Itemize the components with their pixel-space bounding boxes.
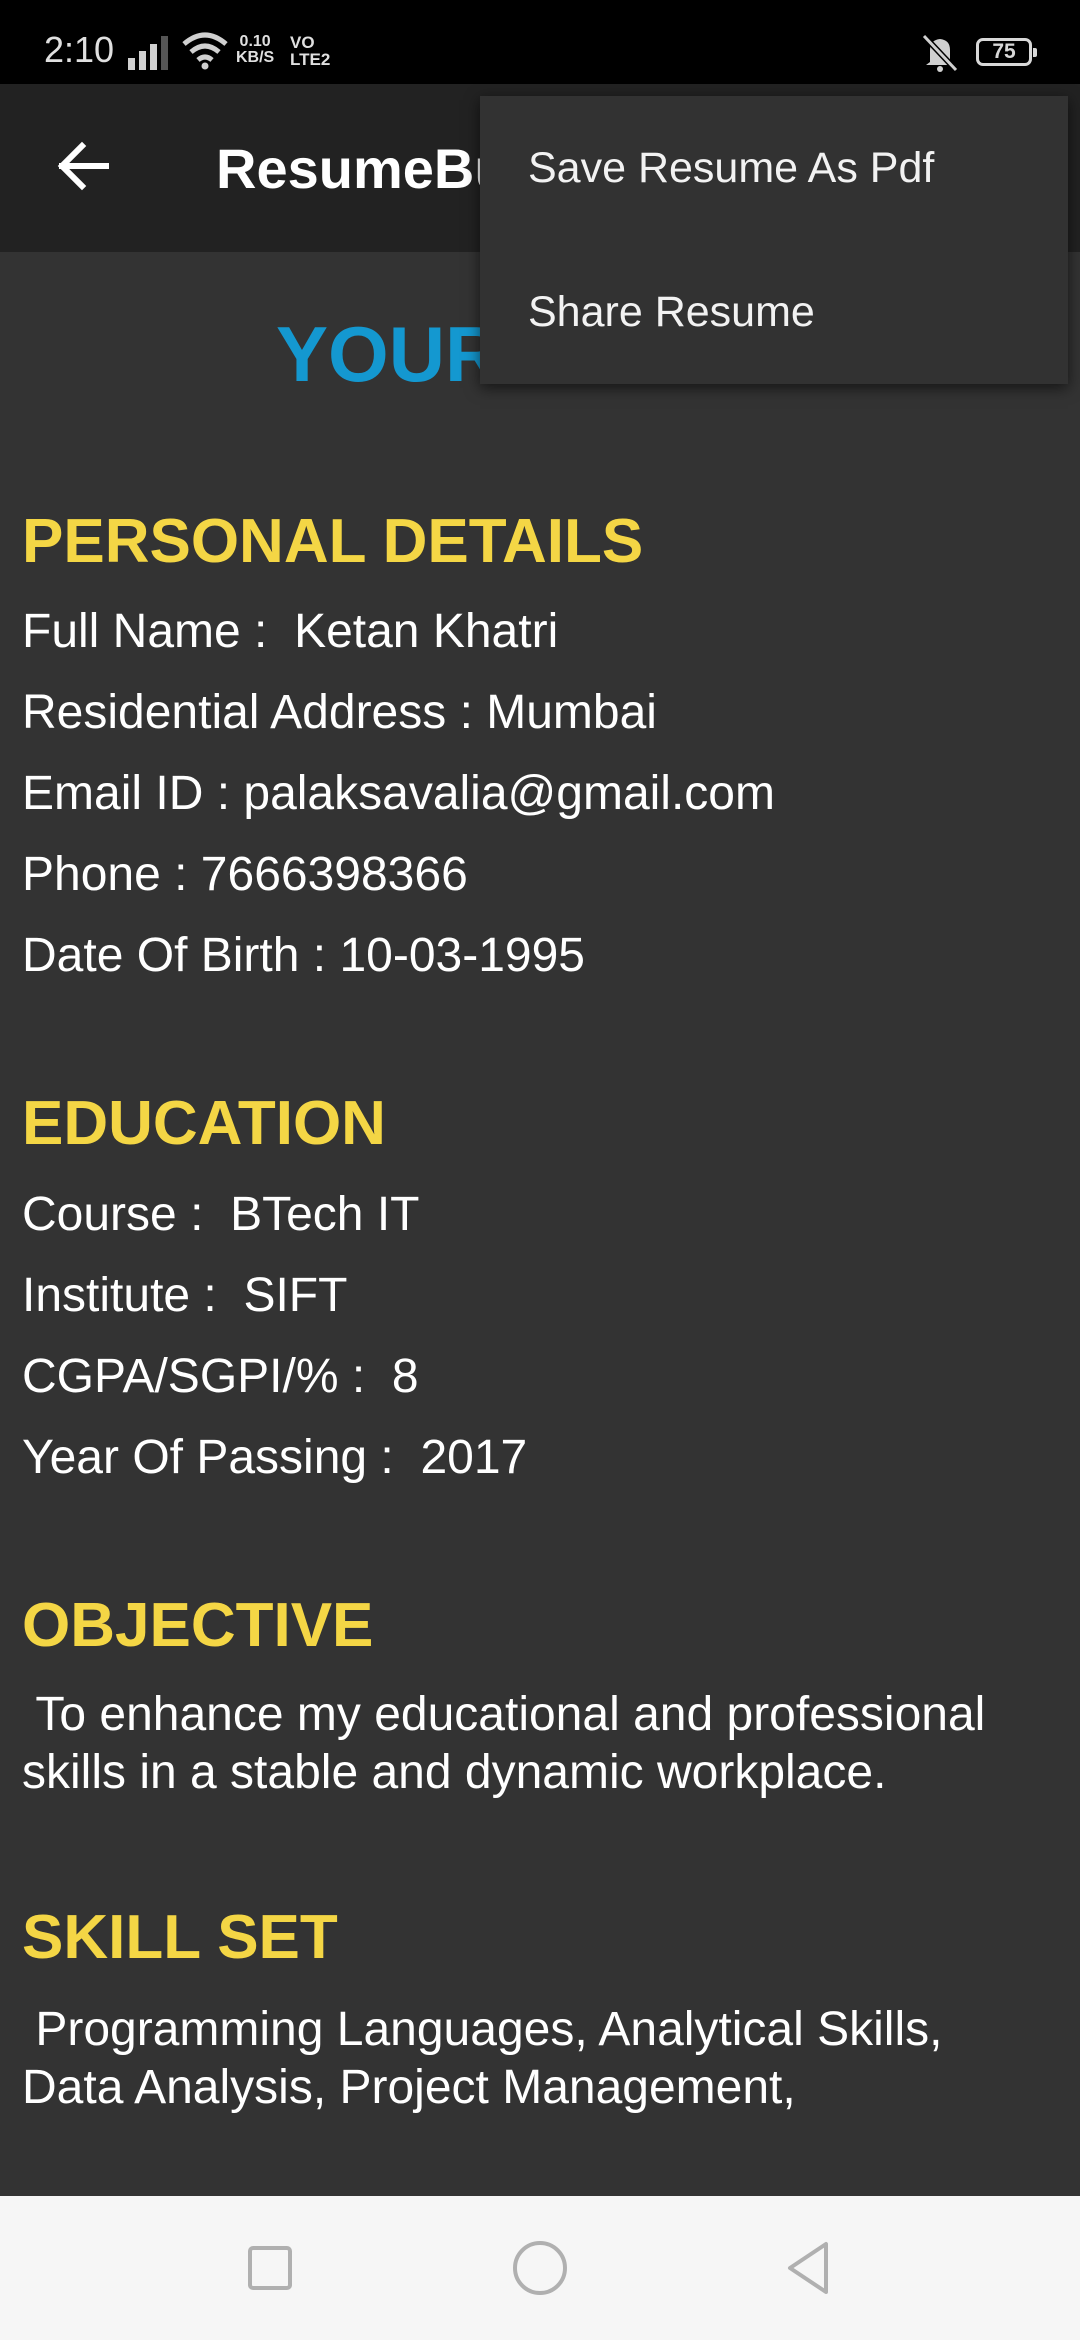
overflow-menu: Save Resume As Pdf Share Resume xyxy=(480,96,1068,384)
resume-heading: YOUR xyxy=(276,310,502,398)
education-title: EDUCATION xyxy=(22,1089,386,1158)
address-line: Residential Address : Mumbai xyxy=(22,686,657,739)
skill-set-text: Programming Languages, Analytical Skills… xyxy=(22,2003,943,2114)
personal-details-title: PERSONAL DETAILS xyxy=(22,507,644,576)
phone-line: Phone : 7666398366 xyxy=(22,848,468,901)
course-line: Course : BTech IT xyxy=(22,1188,420,1241)
battery-icon: 75 xyxy=(976,38,1037,66)
back-triangle-icon[interactable] xyxy=(780,2238,840,2298)
dob-line: Date Of Birth : 10-03-1995 xyxy=(22,929,585,982)
app-title: ResumeBu xyxy=(216,137,509,200)
year-of-passing-line: Year Of Passing : 2017 xyxy=(22,1431,528,1484)
mute-vibrate-icon xyxy=(921,33,959,73)
skill-set-title: SKILL SET xyxy=(22,1903,338,1972)
wifi-icon xyxy=(182,32,228,70)
email-line: Email ID : palaksavalia@gmail.com xyxy=(22,767,775,820)
signal-icon xyxy=(128,36,168,70)
home-circle-icon[interactable] xyxy=(510,2238,570,2298)
net-speed-value: 0.10 xyxy=(239,33,271,50)
menu-item-share[interactable]: Share Resume xyxy=(480,240,1068,384)
volte-indicator: VO LTE2 xyxy=(290,34,330,68)
volte-top: VO xyxy=(290,33,315,52)
status-bar: 2:10 0.10 KB/S VO LTE2 75 xyxy=(0,0,1080,84)
recents-square-icon[interactable] xyxy=(240,2238,300,2298)
net-speed: 0.10 KB/S xyxy=(236,34,274,66)
objective-title: OBJECTIVE xyxy=(22,1591,374,1660)
menu-item-save-pdf[interactable]: Save Resume As Pdf xyxy=(480,96,1068,240)
status-time: 2:10 xyxy=(44,29,115,70)
volte-bottom: LTE2 xyxy=(290,50,331,69)
full-name-line: Full Name : Ketan Khatri xyxy=(22,605,559,658)
cgpa-line: CGPA/SGPI/% : 8 xyxy=(22,1350,419,1403)
institute-line: Institute : SIFT xyxy=(22,1269,348,1322)
net-speed-unit: KB/S xyxy=(236,49,275,66)
navigation-bar xyxy=(0,2196,1080,2340)
objective-text: To enhance my educational and profession… xyxy=(22,1688,986,1799)
arrow-left-icon[interactable] xyxy=(44,126,124,206)
